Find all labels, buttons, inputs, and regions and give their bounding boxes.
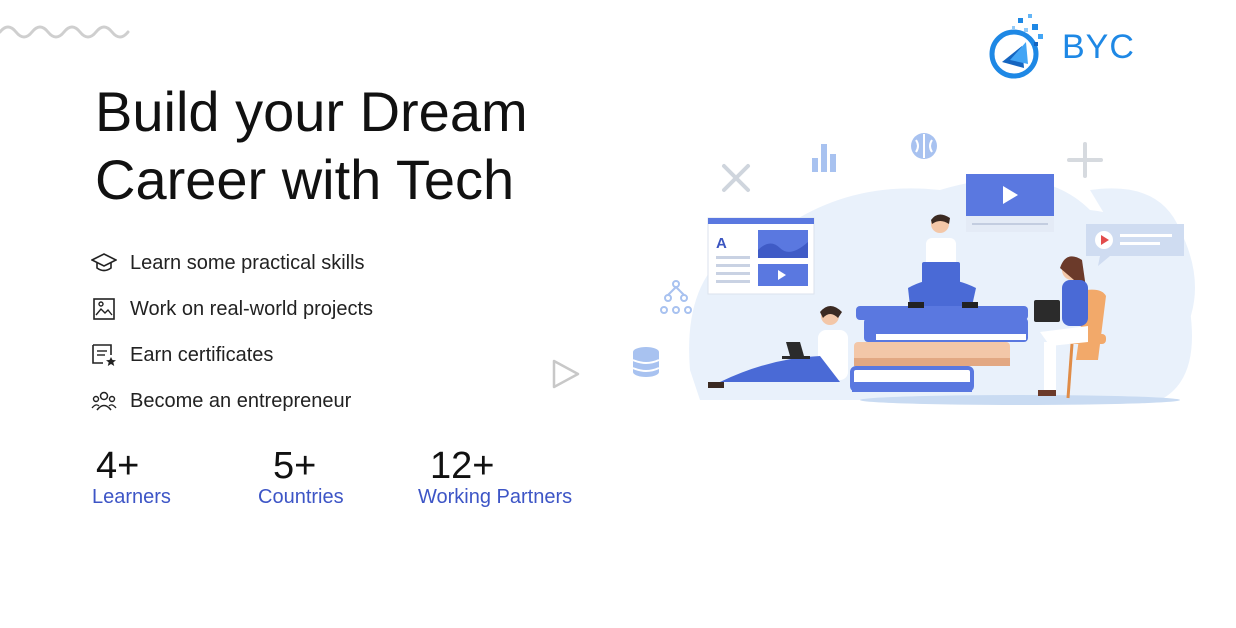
feature-label: Learn some practical skills [130,251,365,274]
stat-value: 12+ [430,445,495,487]
squiggle-decoration [0,25,130,39]
byc-logo-icon [989,14,1043,79]
stat-value: 4+ [96,445,140,487]
feature-item: Earn certificates [90,332,373,378]
feature-item: Become an entrepreneur [90,378,373,424]
stat-working-partners: 12+ Working Partners [418,440,572,509]
document-card: A [707,217,815,295]
feature-item: Learn some practical skills [90,240,373,286]
hero-illustration: A [632,133,1195,405]
brain-icon [911,133,937,159]
bar-chart-icon [812,144,836,172]
stat-countries: 5+ Countries [258,440,344,509]
play-outline-icon [552,359,580,389]
stat-label: Learners [92,486,171,508]
stat-value: 5+ [273,445,317,487]
svg-text:A: A [716,235,727,252]
stat-label: Working Partners [418,486,573,508]
network-icon [660,280,692,314]
feature-item: Work on real-world projects [90,286,373,332]
close-icon [722,164,750,192]
brand-name: BYC [1062,27,1135,66]
project-image-icon [90,295,118,323]
brand-logo[interactable]: BYC [988,14,1135,80]
database-icon [632,347,660,377]
feature-label: Earn certificates [130,343,274,366]
video-board [966,174,1054,232]
entrepreneur-group-icon [90,387,118,415]
feature-list: Learn some practical skills Work on real… [90,240,373,424]
graduation-cap-icon [90,249,118,277]
plus-icon [1067,142,1103,178]
hero-title: Build your Dream Career with Tech [95,78,615,214]
hero-title-line-2: Career with Tech [95,148,515,211]
feature-label: Work on real-world projects [130,297,374,320]
hero-title-line-1: Build your Dream [95,80,528,143]
feature-label: Become an entrepreneur [130,389,352,412]
stat-label: Countries [258,486,344,508]
stat-learners: 4+ Learners [92,440,171,509]
certificate-icon [90,341,118,369]
